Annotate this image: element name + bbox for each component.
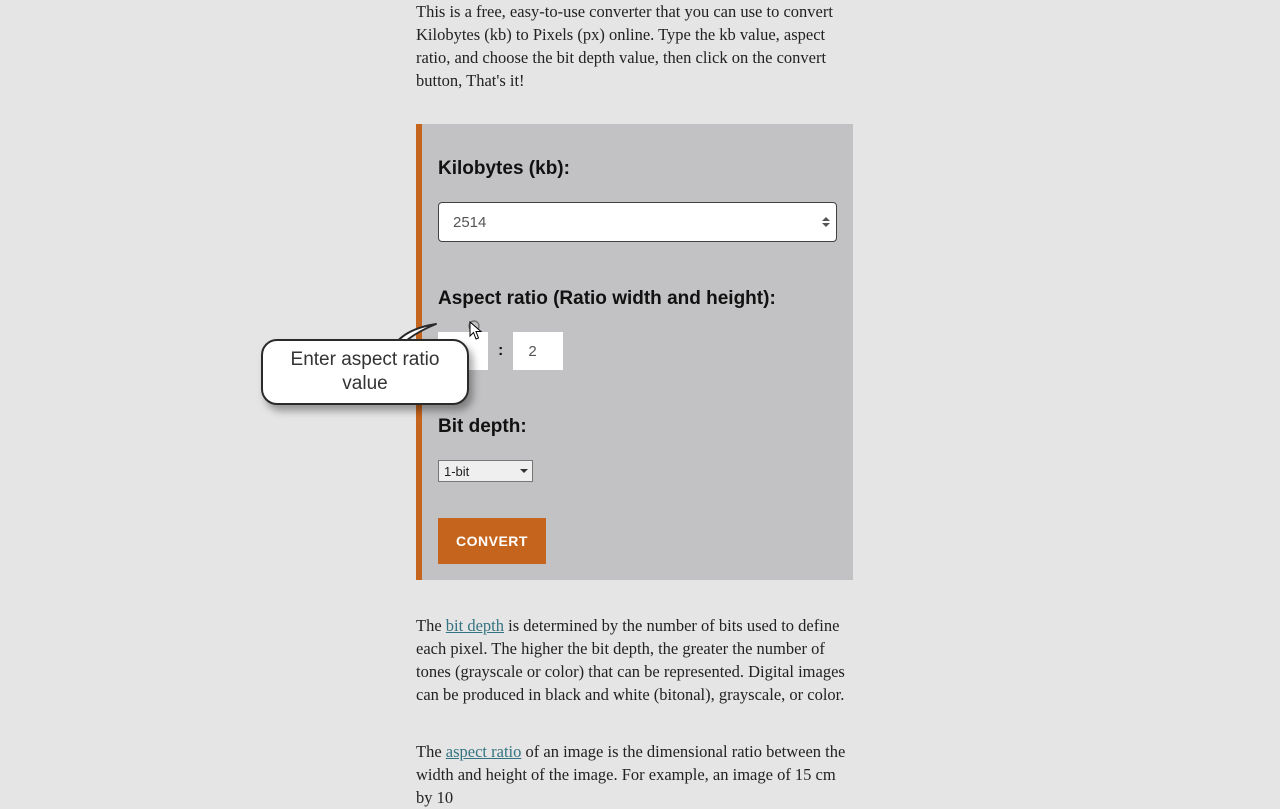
- bitdepth-select[interactable]: 1-bit: [438, 460, 533, 482]
- aspect-ratio-label: Aspect ratio (Ratio width and height):: [438, 288, 837, 310]
- intro-text: This is a free, easy-to-use converter th…: [416, 0, 854, 92]
- text-fragment: The: [416, 616, 446, 635]
- bitdepth-paragraph: The bit depth is determined by the numbe…: [416, 614, 854, 706]
- text-fragment: The: [416, 742, 446, 761]
- aspect-ratio-paragraph: The aspect ratio of an image is the dime…: [416, 740, 854, 809]
- kb-label: Kilobytes (kb):: [438, 158, 837, 180]
- kb-input[interactable]: [438, 202, 837, 242]
- kb-stepper[interactable]: [822, 217, 830, 227]
- ratio-height-input[interactable]: [513, 332, 563, 370]
- bitdepth-label: Bit depth:: [438, 416, 837, 438]
- chevron-down-icon: [822, 223, 830, 227]
- aspect-ratio-link[interactable]: aspect ratio: [446, 742, 522, 761]
- chevron-up-icon: [822, 217, 830, 221]
- ratio-separator: :: [498, 342, 503, 360]
- converter-panel: Kilobytes (kb): Aspect ratio (Ratio widt…: [416, 124, 853, 580]
- tooltip-callout: Enter aspect ratio value: [261, 339, 469, 405]
- convert-button[interactable]: CONVERT: [438, 518, 546, 564]
- bitdepth-value: 1-bit: [444, 464, 469, 479]
- chevron-down-icon: [520, 469, 528, 473]
- bitdepth-link[interactable]: bit depth: [446, 616, 504, 635]
